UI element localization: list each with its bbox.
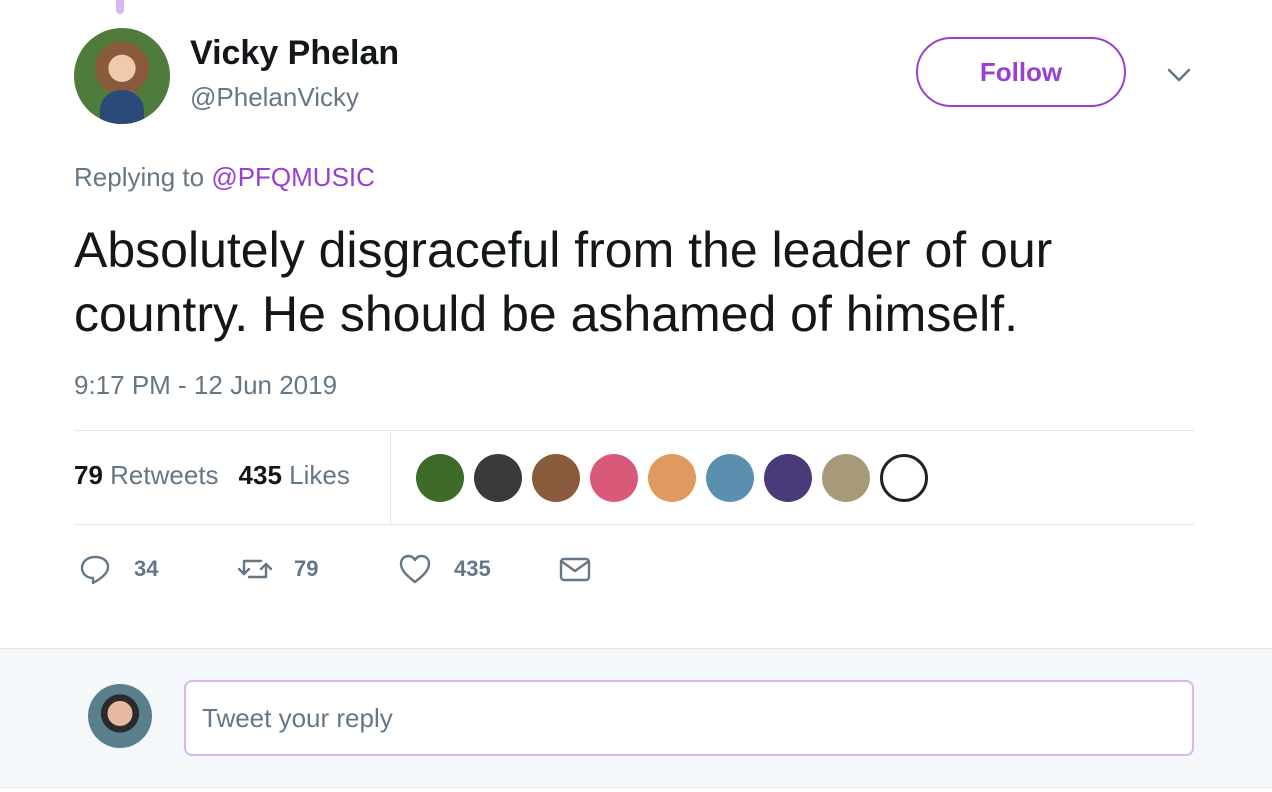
retweets-count: 79 <box>74 460 103 490</box>
liker-avatar[interactable] <box>648 454 696 502</box>
reply-input[interactable] <box>184 680 1194 756</box>
divider <box>74 430 1194 431</box>
retweet-count: 79 <box>294 556 319 581</box>
likes-count: 435 <box>238 460 282 490</box>
liker-avatar[interactable] <box>764 454 812 502</box>
replying-to: Replying to @PFQMUSIC <box>74 162 375 193</box>
like-action[interactable]: 435 <box>398 552 491 586</box>
likes-label: Likes <box>289 460 350 490</box>
like-count: 435 <box>454 556 491 581</box>
tweet-timestamp[interactable]: 9:17 PM - 12 Jun 2019 <box>74 370 337 401</box>
retweets-label: Retweets <box>110 460 219 490</box>
liker-avatar[interactable] <box>416 454 464 502</box>
follow-button[interactable]: Follow <box>916 37 1126 107</box>
direct-message-action[interactable] <box>558 552 592 586</box>
replying-mention-link[interactable]: @PFQMUSIC <box>211 162 375 192</box>
likes-stat[interactable]: 435 Likes <box>239 460 350 491</box>
retweet-icon <box>238 559 272 579</box>
liker-avatar[interactable] <box>474 454 522 502</box>
reply-action[interactable]: 34 <box>78 552 158 586</box>
liker-avatar[interactable] <box>590 454 638 502</box>
reply-count: 34 <box>134 556 159 581</box>
liker-avatar[interactable] <box>532 454 580 502</box>
liker-avatar[interactable] <box>880 454 928 502</box>
tweet-stats: 79 Retweets 435 Likes <box>74 460 350 491</box>
heart-icon <box>399 554 431 584</box>
replying-prefix: Replying to <box>74 162 205 192</box>
likers-avatars <box>416 454 928 502</box>
divider <box>74 524 1194 525</box>
author-avatar[interactable] <box>74 28 170 124</box>
thread-line <box>116 0 124 14</box>
retweets-stat[interactable]: 79 Retweets <box>74 460 219 491</box>
envelope-icon <box>559 557 591 582</box>
stats-separator <box>390 431 391 524</box>
retweet-action[interactable]: 79 <box>238 552 318 586</box>
chevron-down-icon[interactable] <box>1166 62 1192 88</box>
author-name[interactable]: Vicky Phelan <box>190 34 399 73</box>
tweet-text: Absolutely disgraceful from the leader o… <box>74 222 1053 342</box>
current-user-avatar <box>88 684 152 748</box>
liker-avatar[interactable] <box>706 454 754 502</box>
reply-icon <box>80 555 110 585</box>
author-handle[interactable]: @PhelanVicky <box>190 82 359 113</box>
liker-avatar[interactable] <box>822 454 870 502</box>
